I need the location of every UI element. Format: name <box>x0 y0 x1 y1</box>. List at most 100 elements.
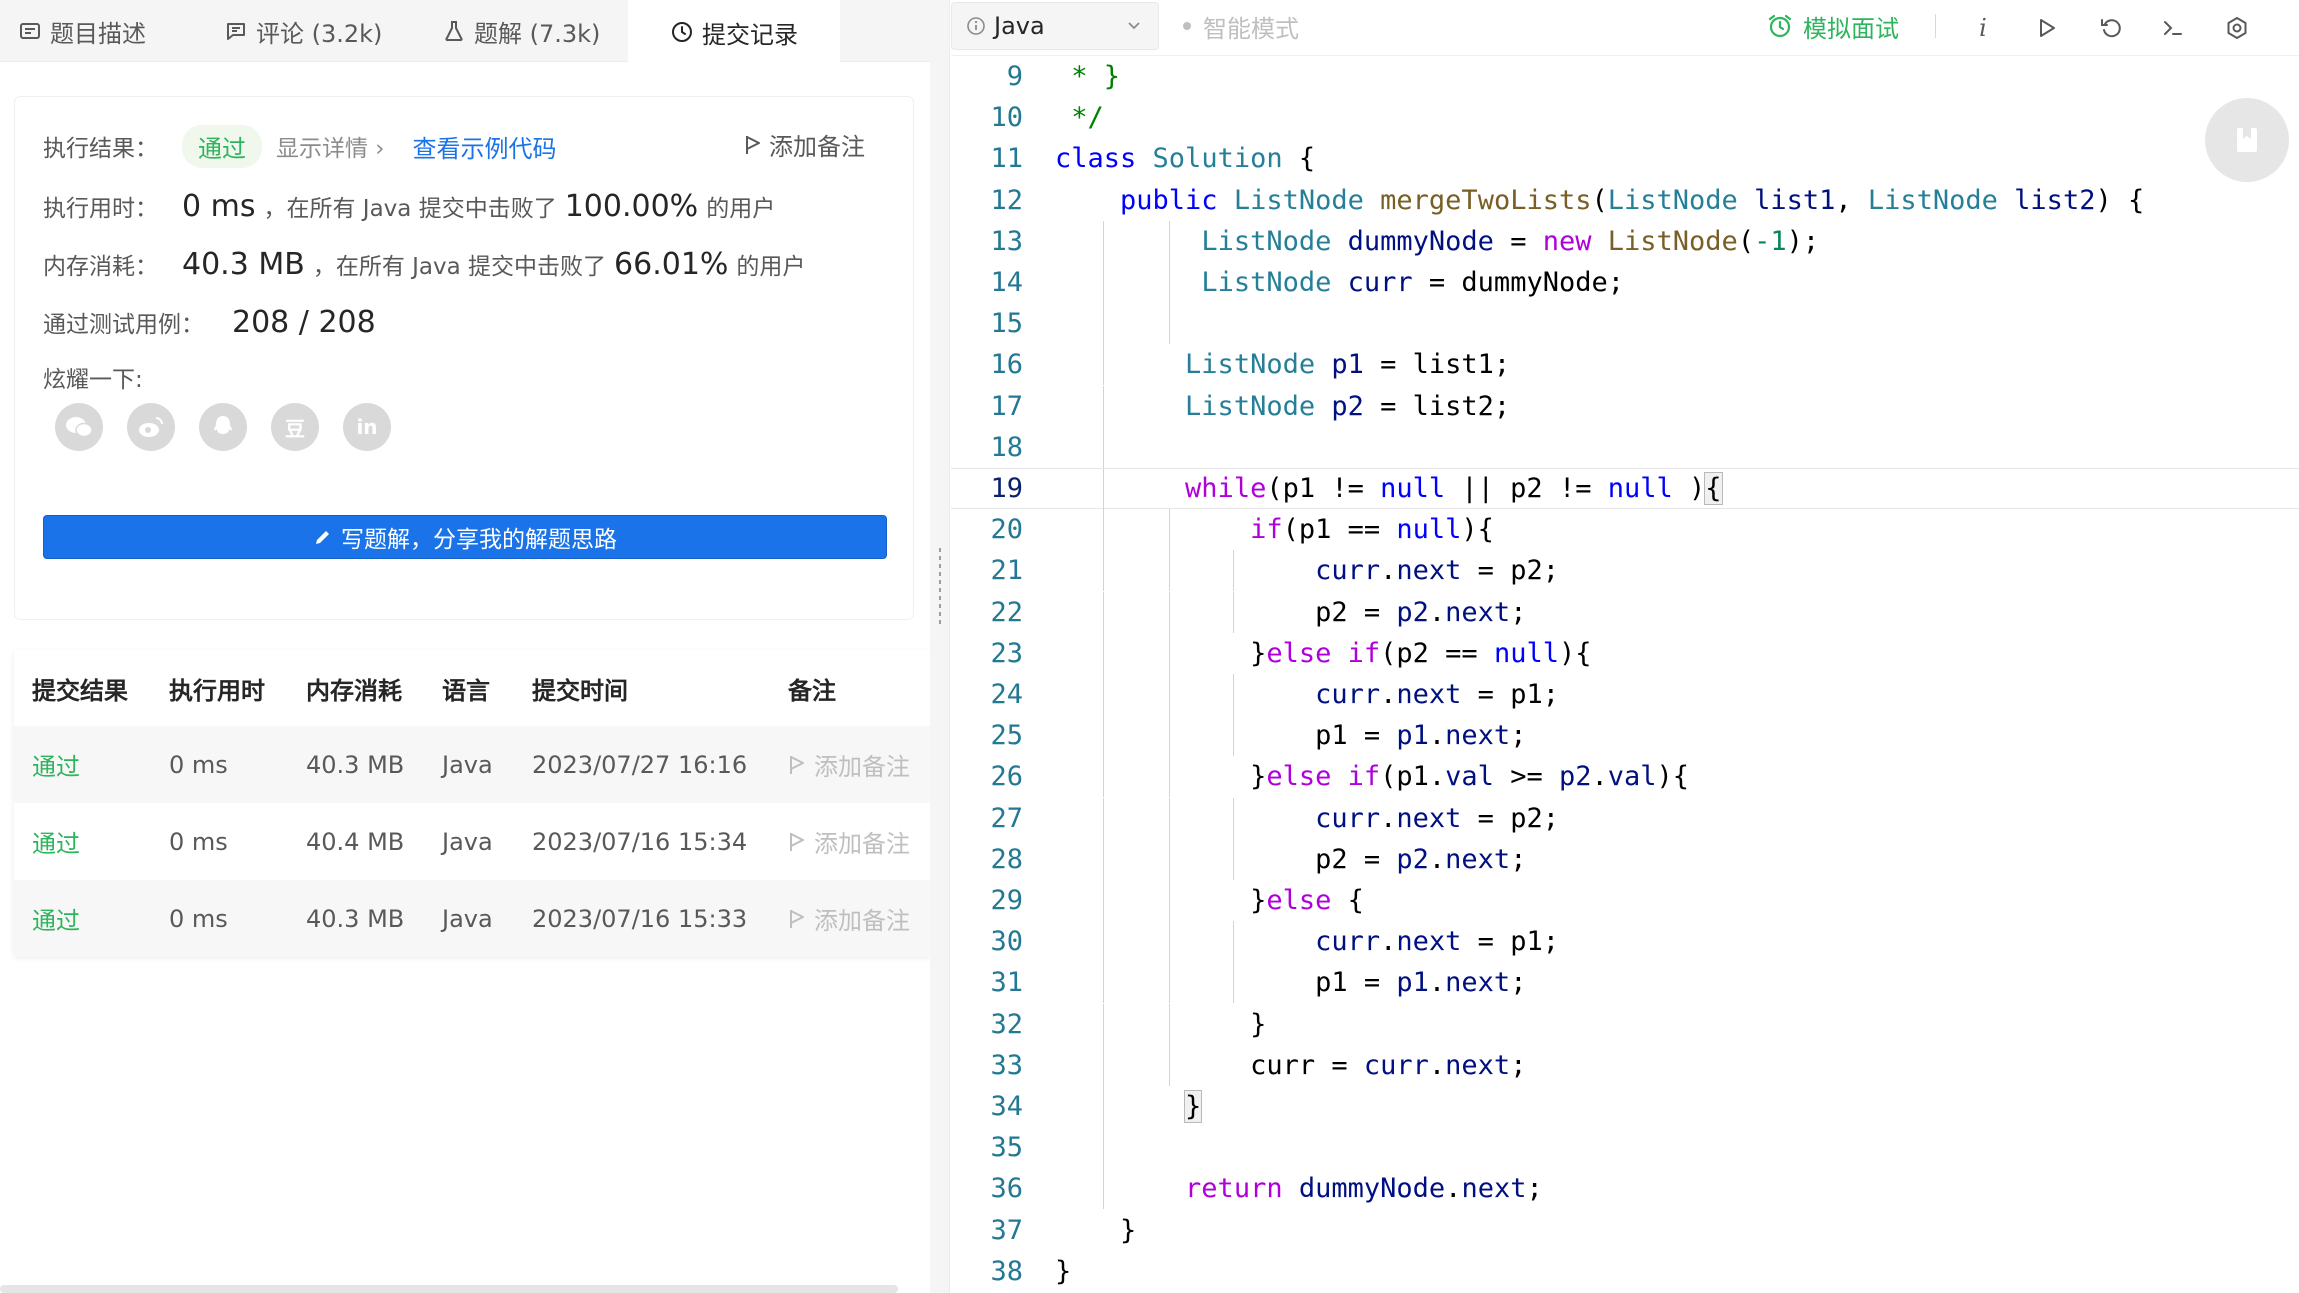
line-number: 26 <box>990 761 1023 793</box>
cell-status[interactable]: 通过 <box>32 803 80 880</box>
indent-guide <box>1103 1127 1104 1169</box>
toolbar-divider <box>1935 14 1936 38</box>
code-token: p2 <box>1396 596 1429 628</box>
comment-icon <box>222 17 250 45</box>
drag-handle-icon[interactable] <box>939 548 941 628</box>
tab-description[interactable]: 题目描述 <box>16 0 146 62</box>
code-token: ){ <box>1558 637 1592 669</box>
tab-solutions[interactable]: 题解 (7.3k) <box>440 0 600 62</box>
code-line[interactable]: 13 ListNode dummyNode = new ListNode(-1)… <box>951 220 2299 262</box>
code-line[interactable]: 31 p1 = p1.next; <box>951 962 2299 1004</box>
note-label: 添加备注 <box>814 753 910 781</box>
code-line[interactable]: 22 p2 = p2.next; <box>951 591 2299 633</box>
cell-submit-time: 2023/07/16 15:34 <box>532 827 748 856</box>
code-token: p1 = <box>1055 720 1397 752</box>
code-line[interactable]: 14 ListNode curr = dummyNode; <box>951 262 2299 303</box>
result-label: 执行结果： <box>43 136 158 162</box>
cell-add-note[interactable]: 添加备注 <box>788 803 910 880</box>
smart-mode-toggle[interactable]: 智能模式 <box>1183 8 1299 44</box>
code-line[interactable]: 33 curr = curr.next; <box>951 1044 2299 1086</box>
tab-submissions[interactable]: 提交记录 <box>628 0 840 64</box>
code-line[interactable]: 12 public ListNode mergeTwoLists(ListNod… <box>951 180 2299 221</box>
horizontal-scrollbar[interactable] <box>0 1285 898 1293</box>
write-solution-button[interactable]: 写题解，分享我的解题思路 <box>43 515 887 559</box>
code-line[interactable]: 29 }else { <box>951 880 2299 921</box>
linkedin-icon[interactable]: in <box>343 403 391 451</box>
mock-interview-button[interactable]: 模拟面试 <box>1767 8 1899 44</box>
cell-status[interactable]: 通过 <box>32 726 80 803</box>
code-line[interactable]: 34 } <box>951 1086 2299 1127</box>
reset-icon[interactable] <box>2093 10 2129 46</box>
share-label: 炫耀一下: <box>43 367 143 393</box>
cell-add-note[interactable]: 添加备注 <box>788 726 910 803</box>
run-icon[interactable] <box>2029 10 2065 46</box>
description-icon <box>16 17 44 45</box>
code-token: ; <box>1526 1173 1543 1205</box>
code-line[interactable]: 21 curr.next = p2; <box>951 550 2299 592</box>
code-text: */ <box>1055 102 1104 133</box>
code-line[interactable]: 9 * } <box>951 56 2299 97</box>
code-token: p1 <box>1396 967 1429 999</box>
code-line[interactable]: 16 ListNode p1 = list1; <box>951 344 2299 386</box>
show-detail-link[interactable]: 显示详情 › <box>276 129 385 163</box>
settings-icon[interactable] <box>2219 10 2255 46</box>
weibo-icon[interactable] <box>127 403 175 451</box>
code-line[interactable]: 30 curr.next = p1; <box>951 921 2299 963</box>
code-line[interactable]: 28 p2 = p2.next; <box>951 838 2299 880</box>
bookmark-icon[interactable] <box>2205 98 2289 182</box>
line-number: 9 <box>1006 61 1023 92</box>
cell-status[interactable]: 通过 <box>32 880 80 957</box>
memory-value: 40.3 MB <box>182 246 305 282</box>
code-editor[interactable]: 9 * } 10 */11 class Solution {12 public Li… <box>951 56 2299 1293</box>
code-line[interactable]: 27 curr.next = p2; <box>951 797 2299 839</box>
code-line[interactable]: 24 curr.next = p1; <box>951 674 2299 715</box>
tab-comments[interactable]: 评论 (3.2k) <box>222 0 382 62</box>
code-line[interactable]: 18 <box>951 426 2299 468</box>
table-row[interactable]: 通过 0 ms 40.4 MB Java 2023/07/16 15:34 添加… <box>14 803 930 880</box>
code-line[interactable]: 26 }else if(p1.val >= p2.val){ <box>951 756 2299 798</box>
example-code-link[interactable]: 查看示例代码 <box>413 129 557 164</box>
info-icon[interactable]: i <box>1965 10 2001 46</box>
code-line[interactable]: 36 return dummyNode.next; <box>951 1168 2299 1210</box>
code-line[interactable]: 38} <box>951 1251 2299 1292</box>
code-line[interactable]: 19 while(p1 != null || p2 != null ){ <box>951 468 2299 510</box>
douban-icon[interactable]: 豆 <box>271 403 319 451</box>
tests-value: 208 / 208 <box>232 304 376 340</box>
code-line[interactable]: 10 */ <box>951 97 2299 138</box>
code-token: || p2 != <box>1445 473 1608 504</box>
code-token: . <box>1428 596 1446 628</box>
code-token: next <box>1396 802 1462 834</box>
linkedin-glyph: in <box>356 415 378 439</box>
code-line[interactable]: 20 if(p1 == null){ <box>951 509 2299 551</box>
code-text: p2 = p2.next; <box>1055 844 1526 875</box>
code-token: . <box>1428 720 1446 752</box>
code-line[interactable]: 32 } <box>951 1003 2299 1045</box>
wechat-icon[interactable] <box>55 403 103 451</box>
code-line[interactable]: 35 <box>951 1127 2299 1169</box>
language-select[interactable]: Java <box>951 2 1159 50</box>
code-line[interactable]: 17 ListNode p2 = list2; <box>951 385 2299 427</box>
code-line[interactable]: 23 }else if(p2 == null){ <box>951 632 2299 674</box>
code-token: ListNode <box>1607 225 1738 257</box>
code-text: }else { <box>1055 885 1364 916</box>
table-row[interactable]: 通过 0 ms 40.3 MB Java 2023/07/27 16:16 添加… <box>14 726 930 803</box>
result-card: 执行结果： 通过 显示详情 › 查看示例代码 添加备注 执行用时： 0 ms ，… <box>14 96 914 620</box>
panel-resizer[interactable] <box>930 0 950 1293</box>
code-line[interactable]: 37 } <box>951 1210 2299 1251</box>
code-line[interactable]: 25 p1 = p1.next; <box>951 715 2299 757</box>
code-line[interactable]: 11 class Solution { <box>951 138 2299 179</box>
cell-add-note[interactable]: 添加备注 <box>788 880 910 957</box>
code-line[interactable]: 15 <box>951 303 2299 345</box>
cell-submit-time: 2023/07/27 16:16 <box>532 750 748 779</box>
console-icon[interactable] <box>2155 10 2191 46</box>
qq-icon[interactable] <box>199 403 247 451</box>
table-row[interactable]: 通过 0 ms 40.3 MB Java 2023/07/16 15:33 添加… <box>14 880 930 957</box>
tests-row: 通过测试用例： 208 / 208 <box>43 301 376 343</box>
editor-panel: Java 智能模式 模拟面试 i 9 * } 10 */ 11 class So… <box>951 0 2299 1293</box>
add-note-button[interactable]: 添加备注 <box>743 127 865 162</box>
clock-icon <box>668 18 696 46</box>
